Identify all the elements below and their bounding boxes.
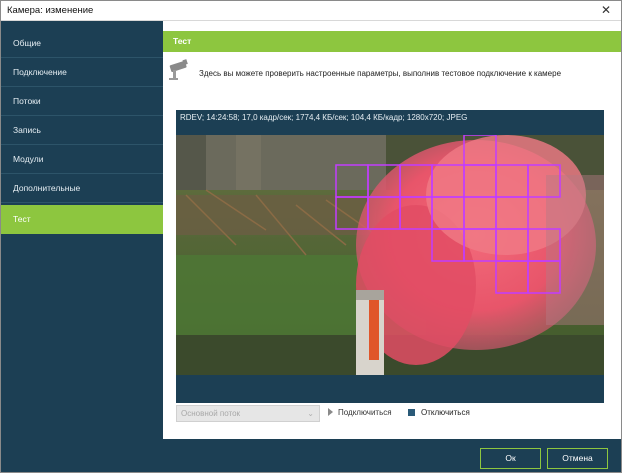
stream-select-value: Основной поток: [181, 409, 241, 418]
window-title: Камера: изменение: [7, 5, 94, 16]
connect-label: Подключиться: [338, 408, 392, 417]
sidebar-item-modules[interactable]: Модули: [1, 145, 163, 174]
preview-status: RDEV; 14:24:58; 17,0 кадр/сек; 1774,4 КБ…: [180, 113, 468, 122]
sidebar-item-connection[interactable]: Подключение: [1, 58, 163, 87]
close-button[interactable]: ✕: [597, 2, 615, 19]
cancel-button[interactable]: Отмена: [547, 448, 608, 469]
camera-icon: [169, 59, 188, 80]
play-icon: [328, 408, 333, 416]
chevron-down-icon: ⌄: [307, 409, 314, 418]
sidebar-item-general[interactable]: Общие: [1, 29, 163, 58]
content-panel: Тест Здесь вы можете проверить настроенн…: [163, 21, 621, 439]
stream-select[interactable]: Основной поток ⌄: [176, 405, 320, 422]
preview-controls: Основной поток ⌄ Подключиться Отключитьс…: [176, 405, 604, 425]
disconnect-label: Отключиться: [421, 408, 470, 417]
ok-button[interactable]: Ок: [480, 448, 541, 469]
video-preview: RDEV; 14:24:58; 17,0 кадр/сек; 1774,4 КБ…: [176, 110, 604, 403]
stop-icon: [408, 409, 415, 416]
title-bar: Камера: изменение ✕: [1, 1, 621, 21]
connect-button[interactable]: Подключиться: [328, 408, 392, 417]
sidebar-item-recording[interactable]: Запись: [1, 116, 163, 145]
settings-sidebar: Общие Подключение Потоки Запись Модули Д…: [1, 21, 163, 439]
disconnect-button[interactable]: Отключиться: [408, 408, 470, 417]
sidebar-item-test[interactable]: Тест: [1, 205, 163, 234]
sidebar-item-streams[interactable]: Потоки: [1, 87, 163, 116]
dialog-footer: Ок Отмена: [1, 439, 621, 472]
info-row: Здесь вы можете проверить настроенные па…: [163, 55, 621, 91]
section-title: Тест: [163, 31, 621, 52]
info-text: Здесь вы можете проверить настроенные па…: [199, 69, 562, 78]
camera-frame-image: [176, 135, 604, 375]
camera-edit-dialog: Камера: изменение ✕ Общие Подключение По…: [0, 0, 622, 473]
sidebar-item-additional[interactable]: Дополнительные: [1, 174, 163, 203]
